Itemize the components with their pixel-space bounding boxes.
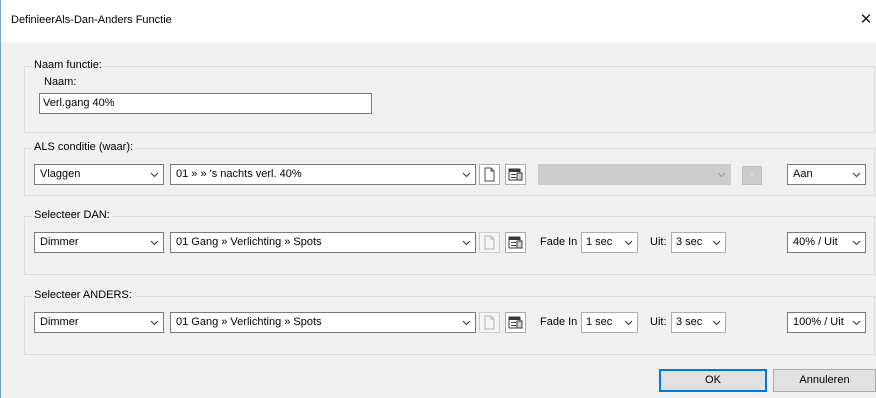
chevron-down-icon — [624, 240, 633, 246]
chevron-down-icon — [150, 172, 159, 178]
then-fade-in-select[interactable]: 1 sec — [581, 232, 638, 253]
chevron-down-icon — [624, 320, 633, 326]
if-new-button[interactable] — [479, 164, 500, 185]
then-type-select[interactable]: Dimmer — [34, 232, 164, 253]
else-item-value: 01 Gang » Verlichting » Spots — [176, 316, 322, 328]
dialog-window: DefinieerAls-Dan-Anders Functie ✕ Naam f… — [0, 0, 876, 398]
else-off-value: 3 sec — [676, 316, 703, 328]
if-properties-button[interactable] — [505, 164, 526, 185]
else-fade-in-value: 1 sec — [586, 316, 613, 328]
if-compare-select[interactable] — [538, 164, 731, 185]
then-off-select[interactable]: 3 sec — [671, 232, 726, 253]
then-fade-in-value: 1 sec — [586, 236, 613, 248]
cancel-button[interactable]: Annuleren — [773, 369, 876, 392]
chevron-down-icon — [462, 320, 471, 326]
close-icon[interactable]: ✕ — [857, 12, 875, 30]
then-properties-button[interactable] — [505, 232, 526, 253]
new-document-icon — [484, 167, 495, 182]
properties-icon — [508, 236, 523, 249]
ok-button[interactable]: OK — [659, 369, 767, 392]
else-type-select[interactable]: Dimmer — [34, 312, 164, 333]
chevron-down-icon — [150, 240, 159, 246]
if-type-value: Vlaggen — [40, 168, 81, 180]
else-group-legend: Selecteer ANDERS: — [32, 289, 134, 302]
name-label: Naam: — [44, 76, 77, 88]
chevron-down-icon — [712, 320, 721, 326]
name-group-legend: Naam functie: — [32, 59, 104, 72]
chevron-down-icon — [852, 240, 861, 246]
chevron-down-icon — [852, 320, 861, 326]
then-item-value: 01 Gang » Verlichting » Spots — [176, 236, 322, 248]
else-level-value: 100% / Uit — [793, 316, 844, 328]
else-new-button[interactable] — [479, 312, 500, 333]
if-type-select[interactable]: Vlaggen — [34, 164, 164, 185]
if-state-value: Aan — [793, 168, 813, 180]
if-item-value: 01 » » 's nachts verl. 40% — [176, 168, 302, 180]
new-document-icon — [484, 235, 495, 250]
else-fade-in-select[interactable]: 1 sec — [581, 312, 638, 333]
then-new-button[interactable] — [479, 232, 500, 253]
properties-icon — [508, 316, 523, 329]
chevron-down-icon — [150, 320, 159, 326]
else-off-select[interactable]: 3 sec — [671, 312, 726, 333]
if-item-select[interactable]: 01 » » 's nachts verl. 40% — [170, 164, 476, 185]
if-state-select[interactable]: Aan — [787, 164, 866, 185]
then-off-label: Uit: — [650, 236, 667, 248]
window-title: DefinieerAls-Dan-Anders Functie — [11, 14, 172, 26]
chevron-down-icon — [712, 240, 721, 246]
chevron-down-icon — [462, 240, 471, 246]
then-item-select[interactable]: 01 Gang » Verlichting » Spots — [170, 232, 476, 253]
name-input[interactable]: Verl.gang 40% — [39, 93, 372, 114]
else-fade-in-label: Fade In — [540, 316, 578, 328]
chevron-down-icon — [462, 172, 471, 178]
chevron-down-icon — [717, 172, 726, 178]
title-bar: DefinieerAls-Dan-Anders Functie ✕ — [1, 0, 876, 42]
else-type-value: Dimmer — [40, 316, 79, 328]
else-level-select[interactable]: 100% / Uit — [787, 312, 866, 333]
if-group-legend: ALS conditie (waar): — [32, 141, 136, 154]
chevron-down-icon — [852, 172, 861, 178]
then-off-value: 3 sec — [676, 236, 703, 248]
then-group-legend: Selecteer DAN: — [32, 209, 112, 222]
else-item-select[interactable]: 01 Gang » Verlichting » Spots — [170, 312, 476, 333]
then-fade-in-label: Fade In — [540, 236, 578, 248]
properties-icon — [508, 168, 523, 181]
then-level-select[interactable]: 40% / Uit — [787, 232, 866, 253]
if-operator-button[interactable]: = — [742, 166, 762, 185]
else-off-label: Uit: — [650, 316, 667, 328]
else-properties-button[interactable] — [505, 312, 526, 333]
then-level-value: 40% / Uit — [793, 236, 838, 248]
then-type-value: Dimmer — [40, 236, 79, 248]
new-document-icon — [484, 315, 495, 330]
